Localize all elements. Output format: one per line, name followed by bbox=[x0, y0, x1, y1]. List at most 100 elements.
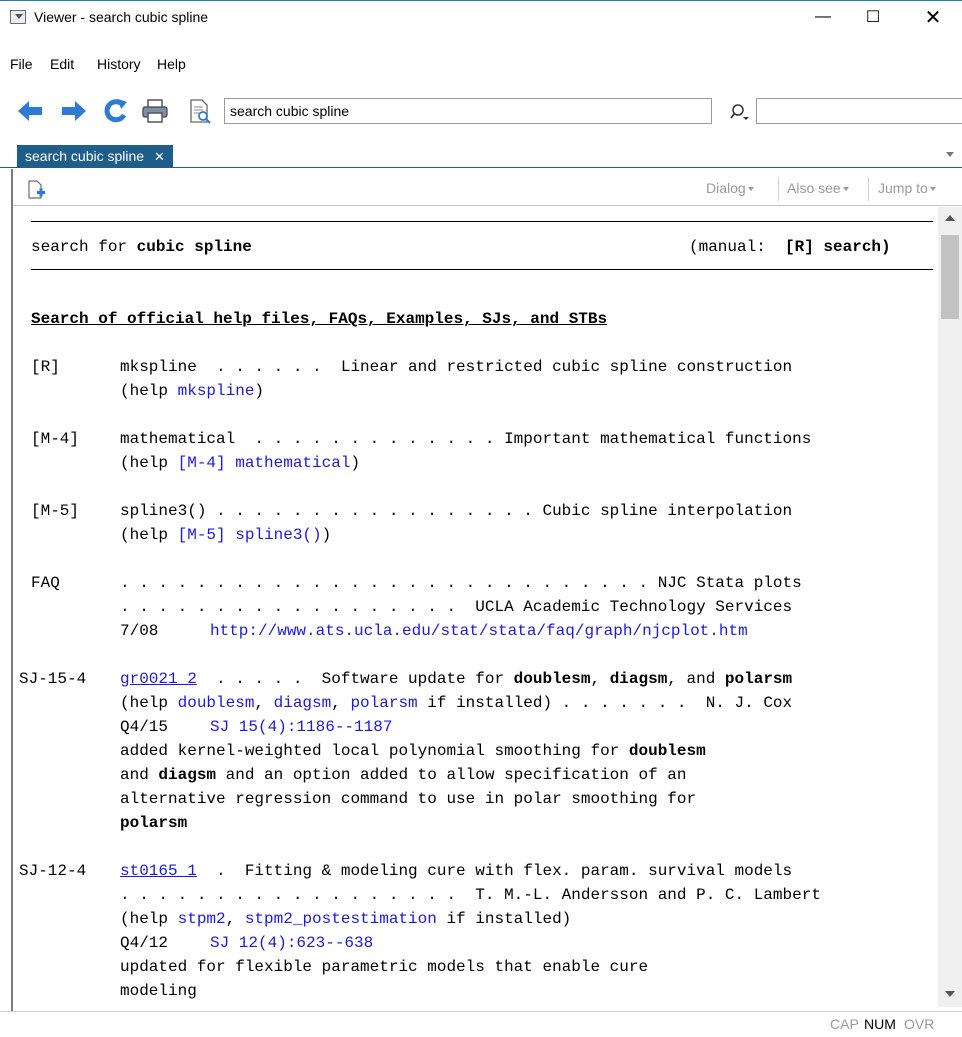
back-arrow-icon[interactable] bbox=[16, 98, 44, 124]
entry-title-text: . . . . . Software update for bbox=[196, 670, 514, 688]
entry-title-line: spline3() . . . . . . . . . . . . . . . … bbox=[120, 502, 793, 520]
overwrite-indicator: OVR bbox=[904, 1016, 935, 1032]
help-suffix: if installed) bbox=[436, 910, 572, 928]
separator: , bbox=[254, 694, 274, 712]
help-link-mkspline[interactable]: mkspline bbox=[178, 382, 255, 400]
help-suffix: ) bbox=[321, 526, 332, 544]
entry-date: Q4/12 bbox=[120, 934, 169, 952]
entry-title-line: mathematical . . . . . . . . . . . . . I… bbox=[120, 430, 812, 448]
entry-tag: SJ-12-4 bbox=[19, 862, 87, 880]
entry-title-line: gr0021_2 . . . . . Software update for d… bbox=[120, 669, 792, 689]
menu-file[interactable]: File bbox=[10, 56, 33, 72]
tab-label: search cubic spline bbox=[25, 148, 145, 164]
jump-to-caret-icon bbox=[929, 187, 936, 192]
command-name: doublesm bbox=[628, 742, 706, 760]
description-text: and an option added to allow specificati… bbox=[216, 766, 687, 784]
description-text: added kernel-weighted local polynomial s… bbox=[120, 742, 629, 760]
search-command-input[interactable]: search cubic spline bbox=[224, 98, 712, 124]
tab-close-icon[interactable]: ✕ bbox=[154, 149, 165, 164]
also-see-menu-button[interactable]: Also see bbox=[787, 180, 849, 196]
journal-citation-link[interactable]: SJ 15(4):1186--1187 bbox=[210, 717, 392, 737]
minimize-button[interactable]: — bbox=[800, 1, 846, 33]
menu-edit[interactable]: Edit bbox=[50, 56, 74, 72]
also-see-label: Also see bbox=[787, 180, 841, 196]
entry-help-line: (help [M-5] spline3()) bbox=[120, 525, 331, 545]
scroll-down-icon[interactable] bbox=[945, 991, 955, 997]
entry-date: 7/08 bbox=[120, 622, 159, 640]
window-title: Viewer - search cubic spline bbox=[34, 9, 209, 25]
find-icon[interactable] bbox=[730, 102, 750, 122]
entry-title-line: . . . . . . . . . . . . . . . . . . . . … bbox=[120, 574, 802, 592]
entry-source-line: . . . . . . . . . . . . . . . . . . UCLA… bbox=[120, 598, 793, 616]
help-prefix: (help bbox=[120, 382, 178, 400]
scroll-thumb[interactable] bbox=[941, 235, 959, 319]
insert-link-st0165-1[interactable]: st0165_1 bbox=[120, 862, 197, 880]
entry-tag: [R] bbox=[31, 358, 60, 376]
refresh-icon[interactable] bbox=[102, 98, 130, 124]
entry-help-line: (help [M-4] mathematical) bbox=[120, 453, 360, 473]
entry-description-line: and diagsm and an option added to allow … bbox=[120, 765, 687, 785]
maximize-button[interactable]: ☐ bbox=[850, 1, 896, 33]
entry-description-line: alternative regression command to use in… bbox=[120, 790, 697, 808]
tab-search-cubic-spline[interactable]: search cubic spline ✕ bbox=[17, 145, 173, 168]
find-input[interactable] bbox=[756, 98, 962, 124]
caps-lock-indicator: CAP bbox=[830, 1016, 859, 1032]
dialog-menu-button[interactable]: Dialog bbox=[706, 180, 754, 196]
document-search-icon[interactable] bbox=[186, 98, 214, 124]
help-prefix: (help bbox=[120, 910, 178, 928]
entry-title-line: st0165_1 . Fitting & modeling cure with … bbox=[120, 861, 792, 881]
entry-tag: FAQ bbox=[31, 574, 60, 592]
jump-to-menu-button[interactable]: Jump to bbox=[878, 180, 936, 196]
help-link-polarsm[interactable]: polarsm bbox=[350, 694, 417, 712]
header-term: cubic spline bbox=[136, 238, 252, 256]
help-link-stpm2-postestimation[interactable]: stpm2_postestimation bbox=[245, 910, 437, 928]
menu-history[interactable]: History bbox=[97, 56, 141, 72]
manual-label: (manual: bbox=[689, 238, 766, 256]
menu-help[interactable]: Help bbox=[157, 56, 186, 72]
command-name: diagsm bbox=[609, 670, 668, 688]
help-link-doublesm[interactable]: doublesm bbox=[178, 694, 255, 712]
forward-arrow-icon[interactable] bbox=[60, 98, 88, 124]
entry-tag: [M-5] bbox=[31, 502, 80, 520]
command-name: polarsm bbox=[724, 670, 793, 688]
dialog-label: Dialog bbox=[706, 180, 746, 196]
help-link-diagsm[interactable]: diagsm bbox=[274, 694, 332, 712]
status-bar bbox=[0, 1011, 962, 1037]
entry-author-line: . . . . . . . . . . . . . . . . . . T. M… bbox=[120, 886, 821, 904]
separator: , bbox=[331, 694, 351, 712]
help-prefix: (help bbox=[120, 694, 178, 712]
entry-tag: [M-4] bbox=[31, 430, 80, 448]
dialog-caret-icon bbox=[747, 187, 754, 192]
faq-url-link[interactable]: http://www.ats.ucla.edu/stat/stata/faq/g… bbox=[210, 621, 748, 641]
help-link-mathematical[interactable]: [M-4] mathematical bbox=[178, 454, 351, 472]
tab-list-chevron-down-icon[interactable] bbox=[946, 152, 954, 157]
entry-help-line: (help doublesm, diagsm, polarsm if insta… bbox=[120, 693, 792, 713]
title-bar: Viewer - search cubic spline — ☐ ✕ bbox=[0, 0, 962, 34]
help-link-spline3[interactable]: [M-5] spline3() bbox=[178, 526, 322, 544]
entry-title-text: . Fitting & modeling cure with flex. par… bbox=[196, 862, 793, 880]
journal-citation-link[interactable]: SJ 12(4):623--638 bbox=[210, 933, 373, 953]
entry-description-line: modeling bbox=[120, 982, 197, 1000]
toolbar-divider bbox=[778, 177, 779, 201]
new-viewer-icon[interactable] bbox=[26, 180, 46, 200]
command-name: diagsm bbox=[158, 766, 217, 784]
insert-link-gr0021-2[interactable]: gr0021_2 bbox=[120, 670, 197, 688]
help-link-stpm2[interactable]: stpm2 bbox=[178, 910, 226, 928]
vertical-scrollbar[interactable] bbox=[938, 207, 962, 1007]
viewer-app-icon bbox=[10, 10, 26, 24]
command-name: doublesm bbox=[513, 670, 591, 688]
header-search-line: search for cubic spline bbox=[31, 237, 252, 257]
section-title: Search of official help files, FAQs, Exa… bbox=[31, 310, 608, 328]
close-button[interactable]: ✕ bbox=[910, 1, 956, 33]
entry-date: Q4/15 bbox=[120, 718, 169, 736]
header-manual: (manual: [R] search) bbox=[689, 237, 891, 257]
entry-description-line: polarsm bbox=[120, 814, 188, 832]
header-rule-top bbox=[31, 221, 933, 222]
scroll-up-icon[interactable] bbox=[945, 215, 955, 221]
separator: , bbox=[590, 670, 610, 688]
entry-help-line: (help mkspline) bbox=[120, 381, 264, 401]
print-icon[interactable] bbox=[141, 98, 169, 124]
help-suffix: ) bbox=[254, 382, 265, 400]
description-text: and bbox=[120, 766, 159, 784]
entry-help-line: (help stpm2, stpm2_postestimation if ins… bbox=[120, 909, 571, 929]
